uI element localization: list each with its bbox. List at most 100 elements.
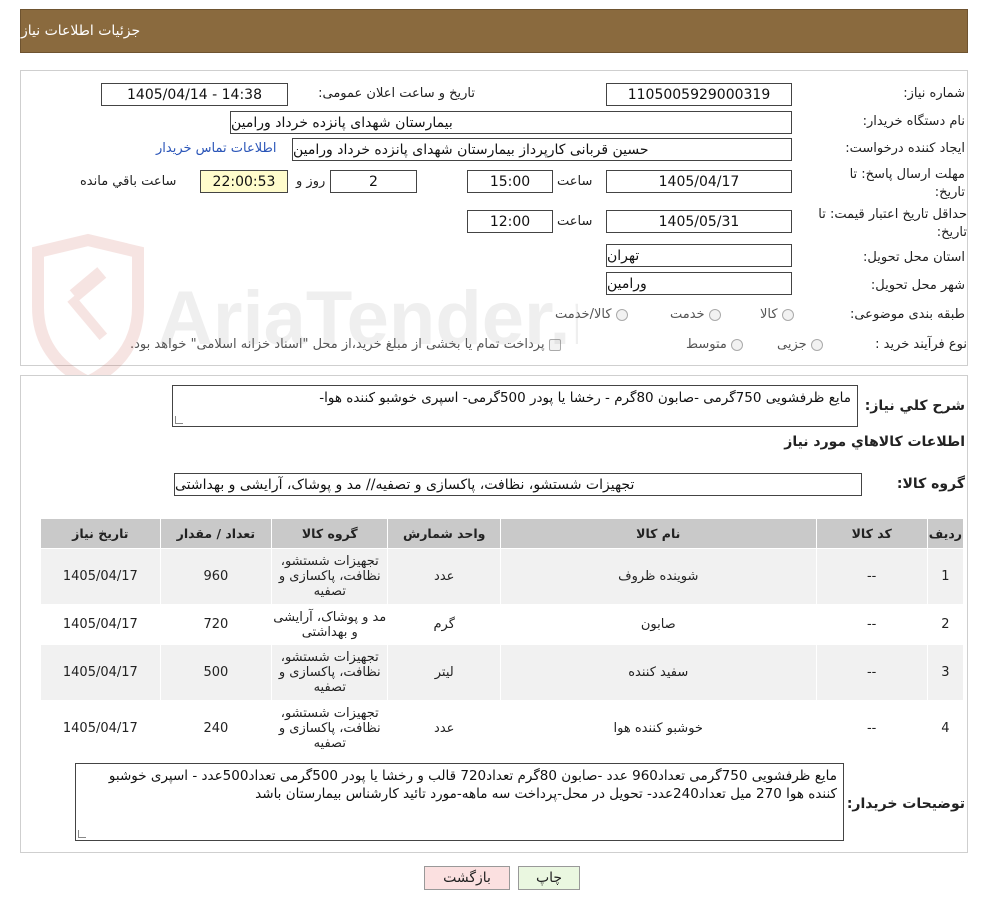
category-option-goods-service-label: کالا/خدمت [555, 307, 612, 322]
process-option-medium-label: متوسط [686, 337, 727, 352]
radio-icon[interactable] [615, 308, 628, 321]
cell-unit: عدد [387, 548, 501, 605]
col-code: کد کالا [815, 518, 928, 549]
deadline-date-field: 1405/04/17 [606, 170, 792, 193]
treasury-payment-note: پرداخت تمام یا بخشی از مبلغ خرید،از محل … [130, 337, 545, 352]
cell-unit: گرم [387, 604, 501, 645]
table-row: 3 -- سفید کننده لیتر تجهیزات شستشو، نظاف… [40, 644, 965, 701]
goods-table: رديف کد کالا نام کالا واحد شمارش گروه کا… [40, 518, 965, 757]
cell-name: خوشبو کننده هوا [499, 700, 817, 757]
creator-label: ایجاد کننده درخواست: [845, 141, 965, 156]
resize-handle-icon[interactable] [175, 416, 183, 424]
process-option-medium[interactable]: متوسط [686, 337, 743, 352]
cell-qty: 500 [159, 644, 273, 701]
col-group: گروه کالا [271, 518, 389, 549]
goods-table-header-row: رديف کد کالا نام کالا واحد شمارش گروه کا… [40, 518, 965, 549]
category-option-goods-label: کالا [760, 307, 778, 322]
cell-date: 1405/04/17 [40, 700, 161, 757]
price-validity-date-field: 1405/05/31 [606, 210, 792, 233]
province-field: تهران [606, 244, 792, 267]
buyer-notes-text: مایع ظرفشویی 750گرمی تعداد960 عدد -صابون… [108, 768, 837, 802]
col-row: رديف [926, 518, 965, 549]
radio-icon[interactable] [708, 308, 721, 321]
process-option-minor-label: جزیی [777, 337, 807, 352]
back-button[interactable]: بازگشت [424, 866, 510, 890]
cell-qty: 960 [159, 548, 273, 605]
buyer-notes-label: توضیحات خریدار: [846, 796, 965, 812]
remaining-time-field: 22:00:53 [200, 170, 288, 193]
category-option-service[interactable]: خدمت [670, 307, 721, 322]
price-validity-time-field: 12:00 [467, 210, 553, 233]
page-header: جزئیات اطلاعات نیاز [20, 9, 968, 53]
days-field: 2 [330, 170, 417, 193]
cell-group: تجهیزات شستشو، نظافت، پاکسازی و تصفیه [271, 548, 389, 605]
cell-name: شوینده ظروف [499, 548, 817, 605]
category-option-goods-service[interactable]: کالا/خدمت [555, 307, 628, 322]
treasury-payment-option[interactable]: پرداخت تمام یا بخشی از مبلغ خرید،از محل … [130, 337, 561, 352]
city-label: شهر محل تحویل: [870, 278, 965, 293]
radio-icon[interactable] [781, 308, 794, 321]
need-number-label: شماره نیاز: [903, 86, 965, 101]
province-label: استان محل تحویل: [863, 250, 965, 265]
cell-qty: 240 [159, 700, 273, 757]
summary-text: مایع ظرفشویی 750گرمی -صابون 80گرم - رخشا… [319, 390, 851, 406]
category-label: طبقه بندی موضوعی: [849, 307, 965, 322]
cell-row: 2 [926, 604, 965, 645]
table-row: 1 -- شوینده ظروف عدد تجهیزات شستشو، نظاف… [40, 548, 965, 605]
page-title: جزئیات اطلاعات نیاز [21, 23, 141, 39]
need-number-field: 1105005929000319 [606, 83, 792, 106]
print-button[interactable]: چاپ [518, 866, 580, 890]
col-qty: تعداد / مقدار [159, 518, 273, 549]
category-option-service-label: خدمت [670, 307, 705, 322]
buyer-contact-link[interactable]: اطلاعات تماس خریدار [156, 141, 276, 156]
price-validity-time-label: ساعت [557, 214, 593, 229]
price-validity-label: حداقل تاریخ اعتبار قیمت: تا تاریخ: [818, 207, 967, 240]
city-field: ورامین [606, 272, 792, 295]
table-row: 2 -- صابون گرم مد و پوشاک، آرایشی و بهدا… [40, 604, 965, 645]
goods-group-label: گروه کالا: [896, 476, 965, 492]
summary-label: شرح کلي نياز: [864, 398, 965, 414]
cell-date: 1405/04/17 [40, 644, 161, 701]
buyer-org-label: نام دستگاه خریدار: [862, 114, 965, 129]
cell-name: سفید کننده [499, 644, 817, 701]
cell-unit: لیتر [387, 644, 501, 701]
cell-row: 3 [926, 644, 965, 701]
cell-group: تجهیزات شستشو، نظافت، پاکسازی و تصفیه [271, 644, 389, 701]
cell-code: -- [815, 644, 928, 701]
cell-name: صابون [499, 604, 817, 645]
cell-qty: 720 [159, 604, 273, 645]
process-option-minor[interactable]: جزیی [777, 337, 823, 352]
cell-date: 1405/04/17 [40, 604, 161, 645]
deadline-time-field: 15:00 [467, 170, 553, 193]
days-label: روز و [296, 174, 326, 189]
cell-date: 1405/04/17 [40, 548, 161, 605]
buyer-notes-textarea: مایع ظرفشویی 750گرمی تعداد960 عدد -صابون… [75, 763, 844, 841]
cell-code: -- [815, 604, 928, 645]
summary-textarea: مایع ظرفشویی 750گرمی -صابون 80گرم - رخشا… [172, 385, 858, 427]
category-option-goods[interactable]: کالا [760, 307, 794, 322]
creator-field: حسین قربانی کارپرداز بیمارستان شهدای پان… [292, 138, 792, 161]
cell-group: تجهیزات شستشو، نظافت، پاکسازی و تصفیه [271, 700, 389, 757]
deadline-label: مهلت ارسال پاسخ: تا تاریخ: [849, 167, 965, 200]
announce-label: تاریخ و ساعت اعلان عمومی: [318, 86, 475, 101]
cell-group: مد و پوشاک، آرایشی و بهداشتی [271, 604, 389, 645]
cell-row: 4 [926, 700, 965, 757]
process-label: نوع فرآیند خرید : [875, 337, 967, 352]
radio-icon[interactable] [810, 338, 823, 351]
goods-info-title: اطلاعات کالاهاي مورد نياز [784, 434, 965, 450]
buyer-org-field: بیمارستان شهدای پانزده خرداد ورامین [230, 111, 792, 134]
remaining-label: ساعت باقي مانده [80, 174, 177, 189]
announce-field: 1405/04/14 - 14:38 [101, 83, 288, 106]
goods-group-field: تجهیزات شستشو، نظافت، پاکسازی و تصفیه// … [174, 473, 862, 496]
col-unit: واحد شمارش [387, 518, 501, 549]
resize-handle-icon[interactable] [78, 830, 86, 838]
radio-icon[interactable] [730, 338, 743, 351]
cell-code: -- [815, 700, 928, 757]
col-date: تاریخ نیاز [40, 518, 161, 549]
checkbox-icon[interactable] [548, 338, 561, 351]
deadline-time-label: ساعت [557, 174, 593, 189]
cell-unit: عدد [387, 700, 501, 757]
cell-code: -- [815, 548, 928, 605]
col-name: نام کالا [499, 518, 817, 549]
table-row: 4 -- خوشبو کننده هوا عدد تجهیزات شستشو، … [40, 700, 965, 757]
